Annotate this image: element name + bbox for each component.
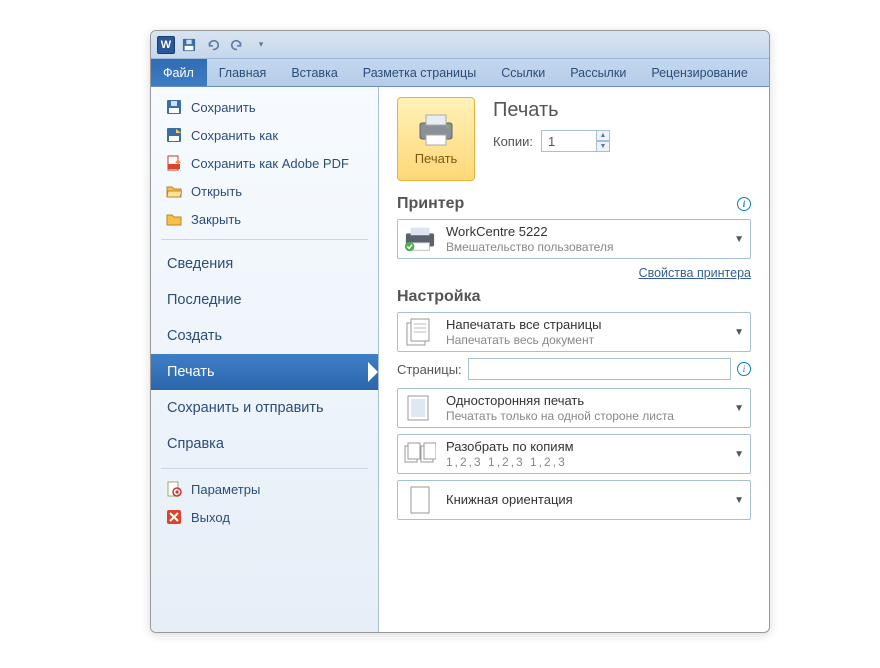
pages-input[interactable] bbox=[468, 358, 731, 380]
sidebar-item-close[interactable]: Закрыть bbox=[151, 205, 378, 233]
info-icon[interactable]: i bbox=[737, 362, 751, 376]
sidebar-item-label: Сохранить как bbox=[191, 128, 278, 143]
chevron-down-icon: ▼ bbox=[734, 327, 744, 338]
info-icon[interactable]: i bbox=[737, 197, 751, 211]
quick-access-toolbar: W ▾ bbox=[151, 31, 769, 59]
options-icon bbox=[165, 480, 183, 498]
printer-status: Вмешательство пользователя bbox=[446, 240, 724, 254]
qat-undo-button[interactable] bbox=[203, 35, 223, 55]
backstage-sidebar: Сохранить Сохранить как Сохранить как Ad… bbox=[151, 87, 379, 632]
sidebar-item-save-as-pdf[interactable]: Сохранить как Adobe PDF bbox=[151, 149, 378, 177]
duplex-title: Односторонняя печать bbox=[446, 393, 724, 409]
sidebar-section-help[interactable]: Справка bbox=[151, 426, 378, 462]
print-title: Печать bbox=[493, 99, 610, 122]
tab-insert[interactable]: Вставка bbox=[279, 59, 350, 86]
duplex-sub: Печатать только на одной стороне листа bbox=[446, 409, 724, 423]
print-pane: Печать Печать Копии: 1 ▲ ▼ bbox=[379, 87, 769, 632]
sidebar-item-save[interactable]: Сохранить bbox=[151, 93, 378, 121]
sidebar-item-label: Открыть bbox=[191, 184, 242, 199]
word-app-icon: W bbox=[157, 36, 175, 54]
tab-review[interactable]: Рецензирование bbox=[639, 59, 761, 86]
orientation-selector[interactable]: Книжная ориентация ▼ bbox=[397, 480, 751, 520]
printer-device-icon bbox=[404, 224, 436, 254]
printer-section-header: Принтер bbox=[397, 195, 464, 213]
copies-input[interactable]: 1 bbox=[541, 130, 597, 152]
collate-icon bbox=[404, 439, 436, 469]
sidebar-item-label: Параметры bbox=[191, 482, 260, 497]
chevron-down-icon: ▼ bbox=[734, 234, 744, 245]
one-sided-icon bbox=[404, 393, 436, 423]
pages-stack-icon bbox=[404, 317, 436, 347]
chevron-down-icon: ▼ bbox=[734, 495, 744, 506]
sidebar-item-label: Сохранить bbox=[191, 100, 256, 115]
sidebar-section-recent[interactable]: Последние bbox=[151, 282, 378, 318]
chevron-down-icon: ▼ bbox=[734, 403, 744, 414]
qat-save-button[interactable] bbox=[179, 35, 199, 55]
collate-title: Разобрать по копиям bbox=[446, 439, 724, 455]
print-range-sub: Напечатать весь документ bbox=[446, 333, 724, 347]
exit-icon bbox=[165, 508, 183, 526]
sidebar-item-label: Выход bbox=[191, 510, 230, 525]
settings-section-header: Настройка bbox=[397, 288, 480, 306]
printer-name: WorkCentre 5222 bbox=[446, 224, 724, 240]
portrait-icon bbox=[404, 485, 436, 515]
tab-page-layout[interactable]: Разметка страницы bbox=[351, 59, 489, 86]
pages-label: Страницы: bbox=[397, 362, 462, 377]
sidebar-item-label: Закрыть bbox=[191, 212, 241, 227]
copies-increment-button[interactable]: ▲ bbox=[596, 130, 610, 141]
sidebar-divider bbox=[161, 468, 368, 469]
copies-label: Копии: bbox=[493, 134, 533, 149]
qat-redo-button[interactable] bbox=[227, 35, 247, 55]
save-icon bbox=[165, 98, 183, 116]
sidebar-item-options[interactable]: Параметры bbox=[151, 475, 378, 503]
sidebar-section-new[interactable]: Создать bbox=[151, 318, 378, 354]
sidebar-item-open[interactable]: Открыть bbox=[151, 177, 378, 205]
sidebar-divider bbox=[161, 239, 368, 240]
save-as-icon bbox=[165, 126, 183, 144]
sidebar-section-save-send[interactable]: Сохранить и отправить bbox=[151, 390, 378, 426]
tab-file[interactable]: Файл bbox=[151, 59, 207, 86]
orientation-title: Книжная ориентация bbox=[446, 492, 724, 508]
printer-properties-link[interactable]: Свойства принтера bbox=[639, 266, 751, 280]
qat-customize-button[interactable]: ▾ bbox=[251, 35, 271, 55]
copies-decrement-button[interactable]: ▼ bbox=[596, 141, 610, 152]
duplex-selector[interactable]: Односторонняя печать Печатать только на … bbox=[397, 388, 751, 428]
sidebar-section-print[interactable]: Печать bbox=[151, 354, 378, 390]
backstage-view: Сохранить Сохранить как Сохранить как Ad… bbox=[151, 87, 769, 632]
collate-sub: 1,2,3 1,2,3 1,2,3 bbox=[446, 455, 724, 469]
open-folder-icon bbox=[165, 182, 183, 200]
close-folder-icon bbox=[165, 210, 183, 228]
printer-selector[interactable]: WorkCentre 5222 Вмешательство пользовате… bbox=[397, 219, 751, 259]
pdf-icon bbox=[165, 154, 183, 172]
print-range-title: Напечатать все страницы bbox=[446, 317, 724, 333]
sidebar-item-label: Сохранить как Adobe PDF bbox=[191, 156, 349, 171]
sidebar-item-exit[interactable]: Выход bbox=[151, 503, 378, 531]
app-window: W ▾ Файл Главная Вставка Разметка страни… bbox=[150, 30, 770, 633]
chevron-down-icon: ▼ bbox=[734, 449, 744, 460]
print-range-selector[interactable]: Напечатать все страницы Напечатать весь … bbox=[397, 312, 751, 352]
tab-references[interactable]: Ссылки bbox=[489, 59, 558, 86]
tab-mailings[interactable]: Рассылки bbox=[558, 59, 639, 86]
sidebar-item-save-as[interactable]: Сохранить как bbox=[151, 121, 378, 149]
ribbon-tabs: Файл Главная Вставка Разметка страницы С… bbox=[151, 59, 769, 87]
sidebar-section-info[interactable]: Сведения bbox=[151, 246, 378, 282]
print-button[interactable]: Печать bbox=[397, 97, 475, 181]
print-button-label: Печать bbox=[415, 151, 458, 166]
printer-icon bbox=[416, 113, 456, 147]
collate-selector[interactable]: Разобрать по копиям 1,2,3 1,2,3 1,2,3 ▼ bbox=[397, 434, 751, 474]
tab-home[interactable]: Главная bbox=[207, 59, 280, 86]
